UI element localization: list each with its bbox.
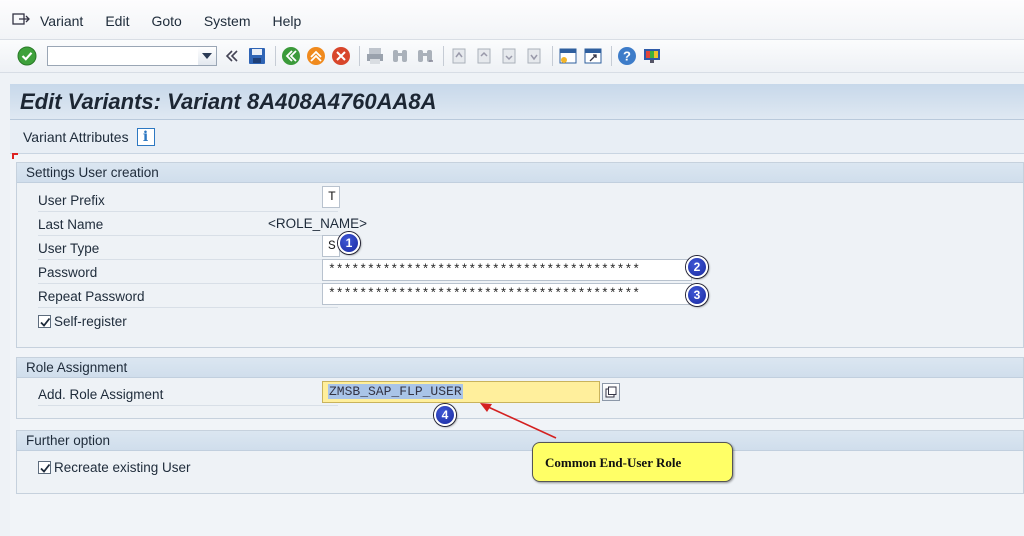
cancel-icon[interactable] bbox=[330, 45, 352, 67]
menu-variant[interactable]: Variant bbox=[40, 11, 83, 29]
menu-bar: Variant Edit Goto System Help bbox=[0, 0, 1024, 40]
toolbar-separator bbox=[443, 46, 444, 66]
back-icon[interactable] bbox=[280, 45, 302, 67]
recreate-user-label: Recreate existing User bbox=[54, 459, 191, 475]
previous-page-icon[interactable] bbox=[473, 45, 495, 67]
customize-layout-icon[interactable] bbox=[641, 45, 663, 67]
user-type-field[interactable]: S bbox=[322, 235, 340, 257]
toolbar-separator bbox=[552, 46, 553, 66]
row-divider bbox=[38, 307, 338, 308]
info-icon[interactable]: i bbox=[136, 127, 155, 146]
toolbar-separator bbox=[359, 46, 360, 66]
row-divider bbox=[38, 211, 338, 212]
exit-icon[interactable] bbox=[305, 45, 327, 67]
annotation-badge-2: 2 bbox=[686, 256, 708, 278]
multiple-selection-icon[interactable] bbox=[602, 383, 620, 401]
settings-user-creation-group: Settings User creation User Prefix Last … bbox=[16, 162, 1024, 348]
last-name-label: Last Name bbox=[38, 216, 104, 232]
command-field[interactable] bbox=[47, 46, 217, 66]
menu-exit-icon[interactable] bbox=[12, 12, 30, 27]
row-divider bbox=[38, 405, 338, 406]
first-page-icon[interactable] bbox=[448, 45, 470, 67]
find-icon[interactable] bbox=[389, 45, 411, 67]
toolbar-separator bbox=[275, 46, 276, 66]
red-corner-mark bbox=[12, 153, 18, 159]
password-field[interactable]: **************************************** bbox=[322, 259, 692, 281]
variant-attributes-button[interactable]: Variant Attributes bbox=[23, 129, 129, 145]
self-register-row: Self-register bbox=[38, 310, 127, 332]
save-icon[interactable] bbox=[246, 45, 268, 67]
self-register-label: Self-register bbox=[54, 313, 127, 329]
row-divider bbox=[38, 259, 338, 260]
help-icon[interactable]: ? bbox=[616, 45, 638, 67]
svg-text:?: ? bbox=[623, 49, 631, 64]
last-name-value: <ROLE_NAME> bbox=[268, 216, 368, 231]
print-icon[interactable] bbox=[364, 45, 386, 67]
back-double-icon[interactable] bbox=[221, 45, 243, 67]
password-label: Password bbox=[38, 264, 98, 280]
self-register-checkbox[interactable] bbox=[38, 314, 51, 328]
callout-arrow bbox=[480, 403, 557, 439]
chevron-down-icon[interactable] bbox=[198, 47, 216, 65]
next-page-icon[interactable] bbox=[498, 45, 520, 67]
callout-box: Common End-User Role bbox=[532, 442, 733, 482]
last-page-icon[interactable] bbox=[523, 45, 545, 67]
annotation-badge-1: 1 bbox=[338, 232, 360, 254]
role-group-title: Role Assignment bbox=[17, 358, 1023, 378]
repeat-password-label: Repeat Password bbox=[38, 288, 145, 304]
standard-toolbar: ? bbox=[0, 40, 1024, 73]
menu-edit[interactable]: Edit bbox=[105, 11, 129, 29]
repeat-password-field[interactable]: **************************************** bbox=[322, 283, 692, 305]
menu-goto[interactable]: Goto bbox=[151, 11, 181, 29]
settings-group-title: Settings User creation bbox=[17, 163, 1023, 183]
create-session-icon[interactable] bbox=[557, 45, 579, 67]
find-next-icon[interactable] bbox=[414, 45, 436, 67]
annotation-badge-4: 4 bbox=[434, 404, 456, 426]
annotation-badge-3: 3 bbox=[686, 284, 708, 306]
page-title: Edit Variants: Variant 8A408A4760AA8A bbox=[20, 89, 437, 114]
recreate-user-checkbox[interactable] bbox=[38, 460, 51, 474]
user-prefix-field[interactable]: T bbox=[322, 186, 340, 208]
add-role-value: ZMSB_SAP_FLP_USER bbox=[328, 384, 463, 399]
row-divider bbox=[38, 283, 338, 284]
title-bar: Edit Variants: Variant 8A408A4760AA8A bbox=[10, 84, 1024, 120]
user-prefix-label: User Prefix bbox=[38, 192, 105, 208]
enter-icon[interactable] bbox=[16, 45, 38, 67]
menu-system[interactable]: System bbox=[204, 11, 251, 29]
application-toolbar: Variant Attributes i bbox=[10, 120, 1024, 154]
row-divider bbox=[38, 235, 338, 236]
add-role-label: Add. Role Assigment bbox=[38, 386, 164, 402]
menu-help[interactable]: Help bbox=[273, 11, 302, 29]
user-type-label: User Type bbox=[38, 240, 100, 256]
shortcut-icon[interactable] bbox=[582, 45, 604, 67]
recreate-user-row: Recreate existing User bbox=[38, 456, 191, 478]
toolbar-separator bbox=[611, 46, 612, 66]
